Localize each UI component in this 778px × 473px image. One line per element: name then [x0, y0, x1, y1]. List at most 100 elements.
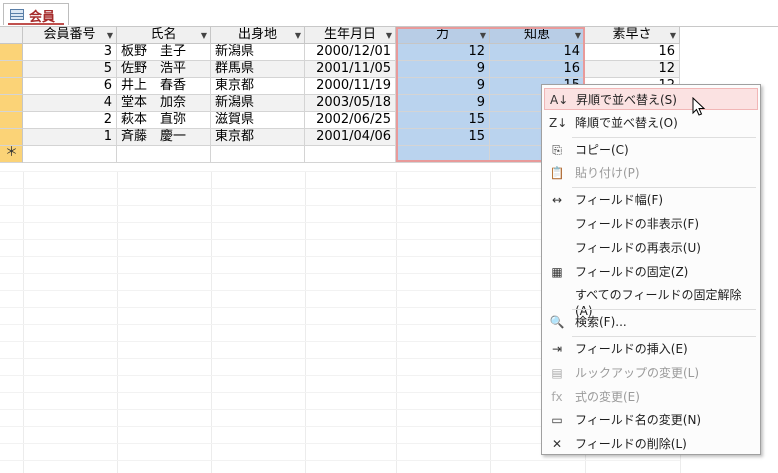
- column-header-label: 出身地: [237, 27, 277, 42]
- table-cell[interactable]: 1: [23, 129, 117, 146]
- table-cell[interactable]: 2003/05/18: [305, 95, 396, 112]
- record-selector[interactable]: [0, 129, 23, 146]
- chevron-down-icon[interactable]: ▼: [386, 28, 392, 43]
- menu-item[interactable]: すべてのフィールドの固定解除(A): [544, 284, 758, 318]
- menu-item[interactable]: フィールドの再表示(U): [544, 237, 758, 259]
- grid-line: [490, 171, 491, 473]
- menu-item-label: 昇順で並べ替え(S): [576, 93, 677, 107]
- new-record-selector[interactable]: ＊: [0, 146, 23, 163]
- new-record-icon: ＊: [5, 146, 19, 160]
- chevron-down-icon[interactable]: ▼: [670, 28, 676, 43]
- table-cell[interactable]: 4: [23, 95, 117, 112]
- menu-item-label: 検索(F)...: [575, 315, 627, 330]
- record-selector[interactable]: [0, 44, 23, 61]
- menu-item-label: フィールドの挿入(E): [575, 342, 688, 356]
- table-cell[interactable]: 9: [396, 61, 490, 78]
- column-header[interactable]: 氏名 ▼: [117, 27, 211, 44]
- table-cell[interactable]: 板野 圭子: [117, 44, 211, 61]
- select-all-button[interactable]: [0, 27, 23, 44]
- column-header[interactable]: 会員番号 ▼: [23, 27, 117, 44]
- menu-item[interactable]: フィールドの非表示(F): [544, 213, 758, 235]
- menu-separator: [572, 336, 756, 337]
- column-header[interactable]: 力 ▼: [396, 27, 490, 44]
- mouse-cursor-icon: [692, 97, 706, 116]
- context-menu: A↓ 昇順で並べ替え(S) Z↓ 降順で並べ替え(O) ⎘ コピー(C) 📋 貼り付け(P) ↔…: [541, 84, 761, 455]
- table-cell[interactable]: 14: [490, 44, 585, 61]
- column-header[interactable]: 素早さ ▼: [585, 27, 680, 44]
- tab-active-indicator: [8, 23, 64, 25]
- table-cell[interactable]: 12: [396, 44, 490, 61]
- table-cell[interactable]: 滋賀県: [211, 112, 305, 129]
- table-cell[interactable]: 2000/11/19: [305, 78, 396, 95]
- column-header[interactable]: 出身地 ▼: [211, 27, 305, 44]
- lookup-icon: ▤: [551, 365, 563, 380]
- table-cell[interactable]: 16: [585, 44, 680, 61]
- table-cell[interactable]: 15: [396, 129, 490, 146]
- menu-item[interactable]: ⇥ フィールドの挿入(E): [544, 338, 758, 360]
- table-cell[interactable]: 萩本 直弥: [117, 112, 211, 129]
- record-selector[interactable]: [0, 61, 23, 78]
- column-header-label: 生年月日: [323, 27, 376, 42]
- table-cell[interactable]: [211, 146, 305, 163]
- table-cell[interactable]: 新潟県: [211, 95, 305, 112]
- grid-line: [305, 171, 306, 473]
- table-cell[interactable]: 9: [396, 95, 490, 112]
- column-header-label: 力: [435, 27, 449, 42]
- chevron-down-icon[interactable]: ▼: [201, 28, 207, 43]
- table-cell[interactable]: 5: [23, 61, 117, 78]
- tab-members[interactable]: 会員: [3, 3, 69, 25]
- grid-line: [211, 171, 212, 473]
- menu-item[interactable]: ✕ フィールドの削除(L): [544, 433, 758, 455]
- sort-desc-icon: Z↓: [549, 115, 568, 130]
- record-selector[interactable]: [0, 95, 23, 112]
- column-header[interactable]: 知恵 ▼: [490, 27, 585, 44]
- menu-separator: [572, 136, 756, 138]
- table-cell[interactable]: 15: [396, 112, 490, 129]
- table-cell[interactable]: 2000/12/01: [305, 44, 396, 61]
- table-cell[interactable]: 2001/04/06: [305, 129, 396, 146]
- column-header-label: 会員番号: [43, 27, 96, 42]
- table-cell[interactable]: 東京都: [211, 78, 305, 95]
- table-cell[interactable]: 斉藤 慶一: [117, 129, 211, 146]
- menu-item-label: フィールド名の変更(N): [575, 413, 702, 428]
- table-cell[interactable]: [305, 146, 396, 163]
- column-header[interactable]: 生年月日 ▼: [305, 27, 396, 44]
- copy-icon: ⎘: [552, 142, 562, 157]
- table-cell[interactable]: 新潟県: [211, 44, 305, 61]
- table-cell[interactable]: 16: [490, 61, 585, 78]
- menu-item[interactable]: Z↓ 降順で並べ替え(O): [544, 112, 758, 134]
- table-cell[interactable]: 2002/06/25: [305, 112, 396, 129]
- column-header-label: 知恵: [523, 27, 550, 42]
- menu-item[interactable]: ▦ フィールドの固定(Z): [544, 261, 758, 283]
- chevron-down-icon[interactable]: ▼: [107, 28, 113, 43]
- menu-item-label: フィールドの非表示(F): [575, 217, 700, 231]
- grid-line: [396, 171, 397, 473]
- table-cell[interactable]: 堂本 加奈: [117, 95, 211, 112]
- chevron-down-icon[interactable]: ▼: [480, 28, 486, 43]
- table-cell[interactable]: 佐野 浩平: [117, 61, 211, 78]
- table-cell[interactable]: 2001/11/05: [305, 61, 396, 78]
- column-header-label: 素早さ: [612, 27, 652, 42]
- table-cell[interactable]: [23, 146, 117, 163]
- menu-item-label: フィールドの再表示(U): [575, 240, 701, 255]
- menu-item[interactable]: A↓ 昇順で並べ替え(S): [544, 88, 758, 110]
- table-cell[interactable]: 3: [23, 44, 117, 61]
- table-cell[interactable]: 6: [23, 78, 117, 95]
- menu-item[interactable]: ▭ フィールド名の変更(N): [544, 409, 758, 431]
- menu-item[interactable]: ↔ フィールド幅(F): [544, 189, 758, 211]
- table-cell[interactable]: 12: [585, 61, 680, 78]
- menu-item[interactable]: 🔍 検索(F)...: [544, 311, 758, 333]
- table-cell[interactable]: [117, 146, 211, 163]
- table-cell[interactable]: 東京都: [211, 129, 305, 146]
- table-cell[interactable]: 群馬県: [211, 61, 305, 78]
- menu-item[interactable]: ⎘ コピー(C): [544, 139, 758, 161]
- table-cell[interactable]: 井上 春香: [117, 78, 211, 95]
- record-selector[interactable]: [0, 112, 23, 129]
- chevron-down-icon[interactable]: ▼: [575, 28, 581, 43]
- table-cell[interactable]: 9: [396, 78, 490, 95]
- table-icon: [10, 9, 24, 20]
- table-cell[interactable]: [396, 146, 490, 163]
- table-cell[interactable]: 2: [23, 112, 117, 129]
- chevron-down-icon[interactable]: ▼: [295, 28, 301, 43]
- record-selector[interactable]: [0, 78, 23, 95]
